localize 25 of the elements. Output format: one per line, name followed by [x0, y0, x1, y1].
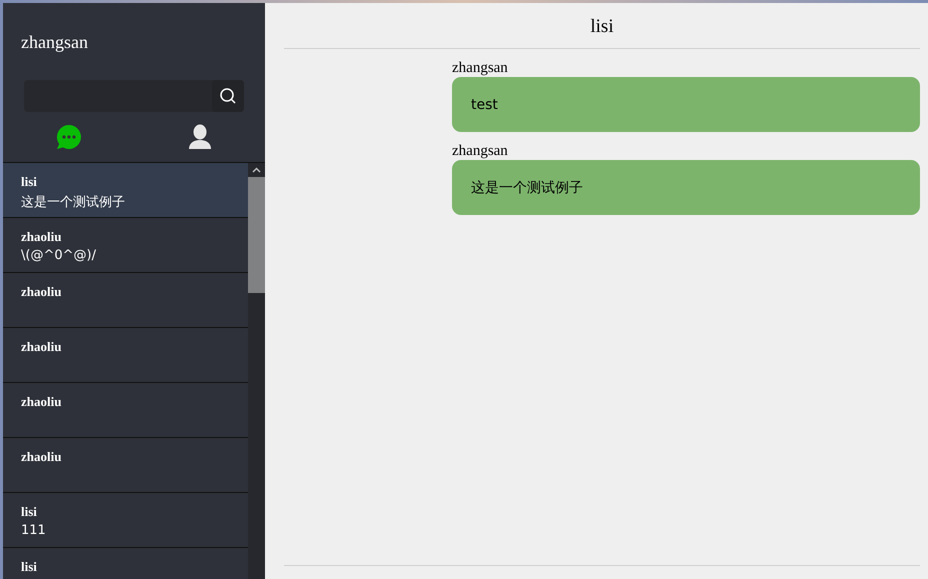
contact-name: zhaoliu	[21, 339, 62, 355]
person-icon	[188, 124, 212, 150]
contact-name: zhaoliu	[21, 284, 62, 300]
scroll-thumb[interactable]	[248, 177, 265, 293]
contact-name: lisi	[21, 174, 38, 190]
contact-name: lisi	[21, 504, 38, 520]
sender-name: zhangsan	[452, 143, 509, 160]
message-bubble: 这是一个测试例子	[452, 160, 920, 215]
last-message: \(@^0^@)/	[21, 248, 97, 263]
chat-bubble-icon	[56, 124, 82, 150]
contact-name: zhaoliu	[21, 229, 62, 245]
search-button[interactable]	[212, 80, 244, 112]
last-message: 111	[21, 523, 47, 538]
search-icon	[219, 87, 237, 105]
scrollbar[interactable]	[248, 163, 265, 579]
user-name: zhangsan	[20, 31, 89, 54]
contact-name: zhaoliu	[21, 449, 62, 465]
last-message: 这是一个测试例子	[21, 194, 126, 211]
contact-name: lisi	[21, 559, 38, 575]
contact-name: zhaoliu	[21, 394, 62, 410]
message-bubble: test	[452, 77, 920, 132]
conversation-item[interactable]: lisi 这是一个测试例子	[3, 163, 248, 218]
sender-name: zhangsan	[452, 60, 509, 77]
chat-title: lisi	[284, 3, 920, 49]
search-field[interactable]	[24, 80, 244, 112]
